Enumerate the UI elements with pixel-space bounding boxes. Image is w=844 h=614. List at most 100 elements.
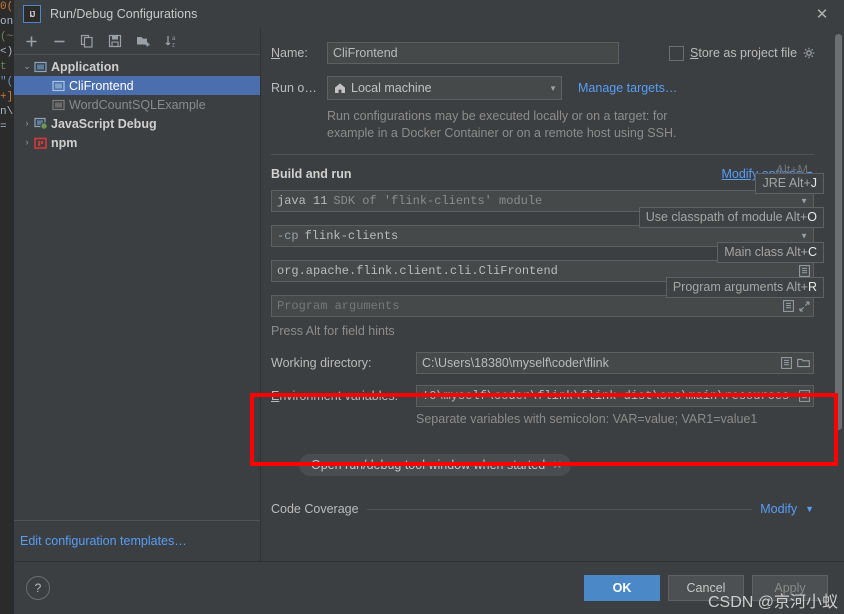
- run-on-hint-line-1: Run configurations may be executed local…: [327, 109, 668, 123]
- tree-item-label: CliFrontend: [69, 78, 134, 93]
- store-as-project-file-label: Store as project file: [690, 46, 798, 60]
- chevron-down-icon[interactable]: ▼: [800, 197, 808, 206]
- dialog-body: az ⌄ Application ·: [14, 28, 844, 561]
- chevron-down-icon[interactable]: ⌄: [20, 57, 34, 76]
- program-arguments-hint-key: R: [807, 280, 817, 294]
- configurations-panel: az ⌄ Application ·: [14, 28, 261, 561]
- background-editor-line: 0(: [0, 1, 14, 13]
- svg-text:z: z: [172, 43, 175, 49]
- open-tool-window-chip-label: Open run/debug tool window when started: [311, 458, 546, 472]
- tree-group-label: npm: [51, 135, 78, 150]
- background-editor-line: t s: [0, 61, 14, 73]
- dialog-title: Run/Debug Configurations: [50, 7, 198, 21]
- code-coverage-divider: [366, 508, 753, 510]
- close-icon[interactable]: ✕: [552, 458, 562, 472]
- field-hints-note: Press Alt for field hints: [271, 324, 395, 338]
- edit-configuration-templates-link[interactable]: Edit configuration templates…: [20, 534, 187, 548]
- chevron-right-icon[interactable]: ›: [20, 114, 34, 133]
- run-on-row: Run o… Local machine ▼ Manage targets…: [271, 76, 814, 100]
- gear-icon[interactable]: [803, 47, 816, 60]
- environment-variables-input[interactable]: !0\myself\coder\flink\flink-dist\src\mai…: [416, 385, 814, 407]
- sidebar-item-wordcountsqlexample[interactable]: · WordCountSQLExample: [14, 95, 260, 114]
- working-directory-field-icons[interactable]: [781, 357, 810, 369]
- name-row: Name: CliFrontend Store as project file: [271, 42, 816, 64]
- save-configuration-button[interactable]: [103, 30, 127, 52]
- run-on-target-select[interactable]: Local machine ▼: [327, 76, 562, 100]
- jre-hint-label: JRE: [762, 176, 787, 190]
- name-input[interactable]: CliFrontend: [327, 42, 620, 64]
- chevron-right-icon[interactable]: ›: [20, 133, 34, 152]
- remove-configuration-button[interactable]: [47, 30, 71, 52]
- background-editor-line: on: [0, 16, 14, 28]
- home-icon: [334, 82, 346, 94]
- browse-icon: [781, 357, 792, 369]
- editor-vertical-scrollbar[interactable]: [835, 34, 842, 430]
- classpath-hint-shortcut: Alt+O: [785, 210, 817, 224]
- program-arguments-field-icons[interactable]: [783, 300, 810, 312]
- screen-root: 0( on (~ <) t s "( +] n\ = IJ Run/Debug …: [0, 0, 844, 614]
- background-editor-line: "(: [0, 76, 14, 88]
- background-editor-line: <): [0, 46, 14, 58]
- manage-targets-link[interactable]: Manage targets…: [578, 81, 677, 95]
- options-chips: Open run/debug tool window when started …: [299, 454, 814, 476]
- classpath-field-hint: Use classpath of module Alt+O: [638, 207, 824, 228]
- jre-hint-shortcut: Alt+J: [788, 176, 817, 190]
- store-as-project-file-row[interactable]: Store as project file: [669, 45, 816, 61]
- environment-variables-label: Environment variables:: [271, 389, 399, 403]
- tree-group-label: JavaScript Debug: [51, 116, 157, 131]
- environment-variables-hint: Separate variables with semicolon: VAR=v…: [416, 412, 758, 426]
- browse-icon: [783, 300, 794, 312]
- main-class-field-icons[interactable]: [799, 265, 810, 277]
- browse-icon: [799, 390, 810, 402]
- tree-item-label: WordCountSQLExample: [69, 97, 206, 112]
- copy-configuration-button[interactable]: [75, 30, 99, 52]
- tree-group-javascript-debug[interactable]: › JavaScript Debug: [14, 114, 260, 133]
- help-button[interactable]: ?: [26, 576, 50, 600]
- name-label: Name:: [271, 46, 308, 60]
- new-folder-button[interactable]: [131, 30, 155, 52]
- open-tool-window-chip[interactable]: Open run/debug tool window when started …: [299, 454, 572, 476]
- chevron-down-icon[interactable]: ▼: [805, 504, 814, 514]
- main-class-hint-key: C: [807, 245, 817, 259]
- code-coverage-modify-link[interactable]: Modify: [760, 502, 797, 516]
- build-and-run-title: Build and run: [271, 167, 352, 181]
- application-config-icon: [52, 99, 69, 111]
- npm-icon: [34, 137, 51, 149]
- tree-group-npm[interactable]: › npm: [14, 133, 260, 152]
- tree-group-application[interactable]: ⌄ Application: [14, 57, 260, 76]
- browse-icon: [799, 265, 810, 277]
- dialog-titlebar: IJ Run/Debug Configurations ✕: [14, 0, 844, 28]
- ok-button[interactable]: OK: [584, 575, 660, 601]
- jre-version: java 11: [277, 194, 328, 208]
- background-editor-line: =: [0, 121, 7, 133]
- chevron-down-icon[interactable]: ▼: [549, 84, 557, 93]
- working-directory-label: Working directory:: [271, 356, 372, 370]
- background-editor-line: +]: [0, 91, 14, 103]
- run-on-hint: Run configurations may be executed local…: [327, 108, 814, 142]
- close-icon[interactable]: ✕: [800, 0, 844, 28]
- classpath-hint-label: Use classpath of module: [645, 210, 783, 224]
- store-as-project-file-checkbox[interactable]: [669, 45, 685, 61]
- javascript-debug-icon: [34, 117, 51, 130]
- build-and-run-fields: Alt+M java 11 SDK of 'flink-clients' mod…: [271, 163, 824, 516]
- application-config-icon: [52, 80, 69, 92]
- program-arguments-field-hint: Program arguments Alt+R: [665, 277, 824, 298]
- chevron-down-icon[interactable]: ▼: [800, 232, 808, 241]
- program-arguments-field[interactable]: Program arguments: [271, 295, 814, 317]
- sort-configurations-button[interactable]: az: [159, 30, 183, 52]
- jre-description: SDK of 'flink-clients' module: [333, 194, 543, 208]
- sidebar-item-clifrontend[interactable]: · CliFrontend: [14, 76, 260, 95]
- run-on-label: Run o…: [271, 81, 317, 95]
- add-configuration-button[interactable]: [19, 30, 43, 52]
- scrollbar-thumb[interactable]: [835, 34, 842, 430]
- working-directory-input[interactable]: C:\Users\18380\myself\coder\flink: [416, 352, 814, 374]
- background-editor: 0( on (~ <) t s "( +] n\ =: [0, 0, 14, 614]
- configuration-editor-panel: Name: CliFrontend Store as project file: [261, 28, 844, 561]
- main-class-hint-label: Main class: [724, 245, 784, 259]
- build-and-run-header: Build and run Modify options ▼: [271, 167, 814, 181]
- jre-field-hint: JRE Alt+J: [755, 173, 824, 194]
- jre-hint-key: J: [810, 176, 817, 190]
- environment-variables-field-icons[interactable]: [799, 390, 810, 402]
- watermark: CSDN @京河小蚁: [707, 594, 838, 611]
- background-editor-line: n\: [0, 106, 14, 118]
